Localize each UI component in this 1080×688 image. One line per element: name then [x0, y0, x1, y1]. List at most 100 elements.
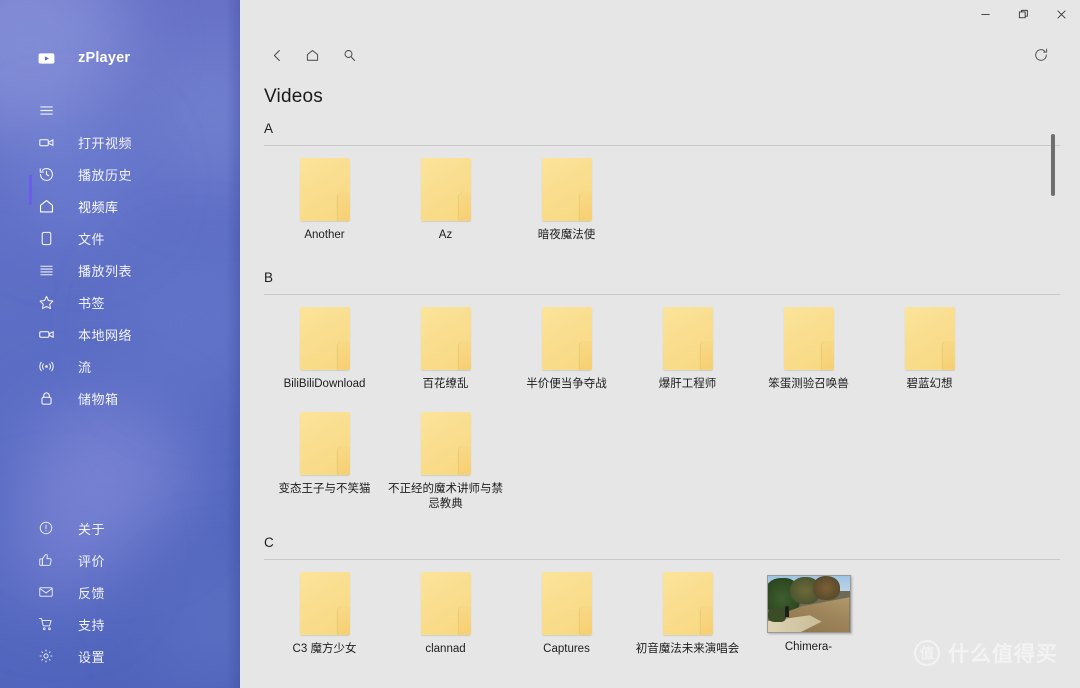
video-item[interactable]: Chimera- [748, 560, 869, 657]
sidebar-item-local-network[interactable]: 本地网络 [0, 318, 240, 350]
sidebar-item-feedback[interactable]: 反馈 [0, 576, 240, 608]
main-area: Videos A Another Az [240, 0, 1080, 688]
folder-label: 半价便当争夺战 [508, 377, 626, 392]
folder-label: 百花缭乱 [387, 377, 505, 392]
folder-label: Az [387, 228, 505, 243]
sidebar-item-locker[interactable]: 储物箱 [0, 382, 240, 414]
folder-icon [542, 572, 592, 635]
sidebar-item-label: 评价 [78, 551, 105, 570]
stream-wifi-icon [24, 358, 68, 375]
folder-icon [663, 307, 713, 370]
folder-label: 碧蓝幻想 [871, 377, 989, 392]
folder-label: 初音魔法未来演唱会 [629, 642, 747, 657]
hamburger-icon [24, 102, 68, 119]
folder-label: Captures [508, 642, 626, 657]
app-window: zPlayer 打开视频 [0, 0, 1080, 688]
sidebar-item-video-library[interactable]: 视频库 [0, 190, 240, 222]
folder-item[interactable]: BiliBiliDownload [264, 295, 385, 392]
folder-icon [300, 412, 350, 475]
cart-icon [24, 616, 68, 632]
section-b-grid: BiliBiliDownload 百花缭乱 半价便当争夺战 爆肝工程师 [240, 295, 1080, 512]
sidebar-item-label: 视频库 [78, 197, 119, 216]
folder-icon [421, 307, 471, 370]
sidebar-item-label: 播放历史 [78, 165, 132, 184]
minimize-icon [980, 9, 991, 20]
home-icon [24, 198, 68, 215]
close-button[interactable] [1042, 0, 1080, 28]
folder-label: 笨蛋测验召唤兽 [750, 377, 868, 392]
window-controls [966, 0, 1080, 28]
folder-label: BiliBiliDownload [266, 377, 384, 392]
folder-item[interactable]: Az [385, 146, 506, 243]
vertical-scrollbar[interactable] [1048, 128, 1058, 668]
sidebar-item-support[interactable]: 支持 [0, 608, 240, 640]
folder-item[interactable]: 百花缭乱 [385, 295, 506, 392]
folder-item[interactable]: 碧蓝幻想 [869, 295, 990, 392]
section-header: B [264, 269, 1060, 295]
folder-item[interactable]: Captures [506, 560, 627, 657]
sidebar-item-history[interactable]: 播放历史 [0, 158, 240, 190]
sidebar-item-label: 反馈 [78, 583, 105, 602]
star-icon [24, 294, 68, 311]
list-icon [24, 262, 68, 279]
folder-label: 暗夜魔法使 [508, 228, 626, 243]
folder-icon [300, 307, 350, 370]
sidebar-item-label: 流 [78, 357, 92, 376]
restore-icon [1018, 9, 1029, 20]
folder-item[interactable]: Another [264, 146, 385, 243]
folder-label: 变态王子与不笑猫 [266, 482, 384, 497]
folder-icon [905, 307, 955, 370]
folder-item[interactable]: C3 魔方少女 [264, 560, 385, 657]
section-letter: A [264, 121, 273, 136]
folder-item[interactable]: 爆肝工程师 [627, 295, 748, 392]
sidebar-item-label: 设置 [78, 647, 105, 666]
folder-icon [663, 572, 713, 635]
file-icon [24, 230, 68, 247]
folder-item[interactable]: 变态王子与不笑猫 [264, 392, 385, 512]
refresh-button[interactable] [1026, 40, 1056, 70]
search-button[interactable] [334, 40, 364, 70]
folder-icon [542, 158, 592, 221]
scrollbar-thumb[interactable] [1051, 134, 1055, 196]
search-icon [342, 48, 357, 63]
navigation-toolbar [240, 40, 1080, 74]
sidebar-item-files[interactable]: 文件 [0, 222, 240, 254]
restore-button[interactable] [1004, 0, 1042, 28]
folder-icon [300, 158, 350, 221]
section-divider [264, 559, 1060, 560]
sidebar-item-rate[interactable]: 评价 [0, 544, 240, 576]
home-button[interactable] [297, 40, 327, 70]
sidebar-item-label: 播放列表 [78, 261, 132, 280]
sidebar-item-open-video[interactable]: 打开视频 [0, 126, 240, 158]
chevron-left-icon [270, 48, 285, 63]
refresh-icon [1033, 47, 1049, 63]
folder-icon [784, 307, 834, 370]
mail-icon [24, 584, 68, 600]
folder-icon [421, 158, 471, 221]
section-letter: C [264, 535, 274, 550]
folder-label: 爆肝工程师 [629, 377, 747, 392]
minimize-button[interactable] [966, 0, 1004, 28]
folder-icon [300, 572, 350, 635]
sidebar-item-settings[interactable]: 设置 [0, 640, 240, 672]
folder-item[interactable]: 初音魔法未来演唱会 [627, 560, 748, 657]
section-letter: B [264, 270, 273, 285]
folder-item[interactable]: 暗夜魔法使 [506, 146, 627, 243]
sidebar-item-label: 支持 [78, 615, 105, 634]
sidebar-item-about[interactable]: 关于 [0, 512, 240, 544]
page-title: Videos [264, 86, 323, 108]
network-monitor-icon [24, 326, 68, 343]
folder-item[interactable]: 不正经的魔术讲师与禁忌教典 [385, 392, 506, 512]
sidebar-item-stream[interactable]: 流 [0, 350, 240, 382]
section-a-grid: Another Az 暗夜魔法使 [240, 146, 1080, 243]
folder-item[interactable]: 半价便当争夺战 [506, 295, 627, 392]
sidebar-item-bookmarks[interactable]: 书签 [0, 286, 240, 318]
sidebar-menu-toggle[interactable] [0, 94, 240, 126]
folder-item[interactable]: clannad [385, 560, 506, 657]
folder-item[interactable]: 笨蛋测验召唤兽 [748, 295, 869, 392]
gear-icon [24, 648, 68, 664]
back-button[interactable] [262, 40, 292, 70]
section-a: A Another Az 暗夜魔法使 [240, 120, 1080, 243]
sidebar-item-playlist[interactable]: 播放列表 [0, 254, 240, 286]
video-logo-icon [24, 49, 68, 68]
